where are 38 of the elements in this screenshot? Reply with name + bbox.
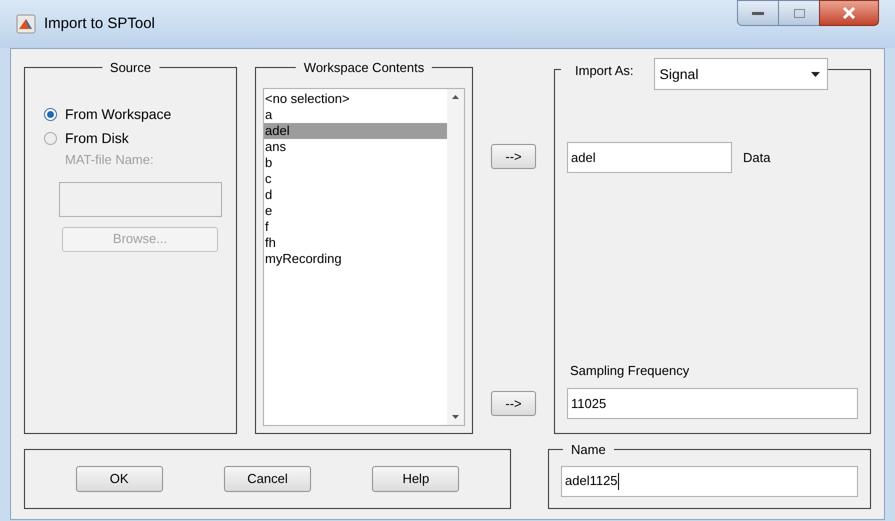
radio-option[interactable]: From Disk (44, 126, 236, 150)
list-item[interactable]: f (264, 219, 447, 235)
transfer-button[interactable]: --> (491, 144, 536, 169)
transfer-button[interactable]: --> (491, 391, 536, 416)
app-logo-icon (16, 14, 36, 34)
dialog-button[interactable]: OK (76, 466, 163, 492)
close-button[interactable] (819, 0, 879, 26)
list-item[interactable]: ans (264, 139, 447, 155)
scrollbar[interactable] (447, 89, 464, 425)
scroll-up-icon[interactable] (452, 95, 459, 99)
import-type-dropdown[interactable]: Signal (654, 58, 828, 90)
maximize-button[interactable] (779, 0, 819, 26)
sampling-frequency-label: Sampling Frequency (569, 362, 690, 380)
list-item[interactable]: <no selection> (264, 91, 447, 107)
name-field[interactable]: adel1125 (561, 466, 858, 496)
data-label: Data (743, 149, 770, 167)
list-item[interactable]: a (264, 107, 447, 123)
list-item[interactable]: adel (264, 123, 447, 139)
workspace-list[interactable]: <no selection> a adel ans b c d e f fh myRecording (263, 88, 465, 426)
list-item[interactable]: b (264, 155, 447, 171)
dialog-button[interactable]: Help (372, 466, 460, 492)
dialog-button[interactable]: Cancel (224, 466, 311, 492)
minimize-button[interactable] (737, 0, 779, 26)
radio-button[interactable] (44, 132, 57, 144)
list-item[interactable]: myRecording (264, 251, 447, 267)
list-item[interactable]: fh (264, 235, 447, 251)
close-icon (842, 7, 856, 19)
scroll-down-icon[interactable] (452, 415, 459, 419)
radio-button[interactable] (44, 108, 57, 120)
radio-option[interactable]: From Workspace (44, 102, 236, 126)
sampling-frequency-field[interactable]: 11025 (567, 388, 858, 419)
list-item[interactable]: d (264, 187, 447, 203)
mat-file-label: MAT-file Name: (64, 151, 155, 169)
list-item[interactable]: e (264, 203, 447, 219)
dropdown-arrow-icon (810, 72, 820, 76)
list-item[interactable]: c (264, 171, 447, 187)
window-title: Import to SPTool (44, 14, 155, 34)
data-field[interactable]: adel (567, 142, 732, 173)
